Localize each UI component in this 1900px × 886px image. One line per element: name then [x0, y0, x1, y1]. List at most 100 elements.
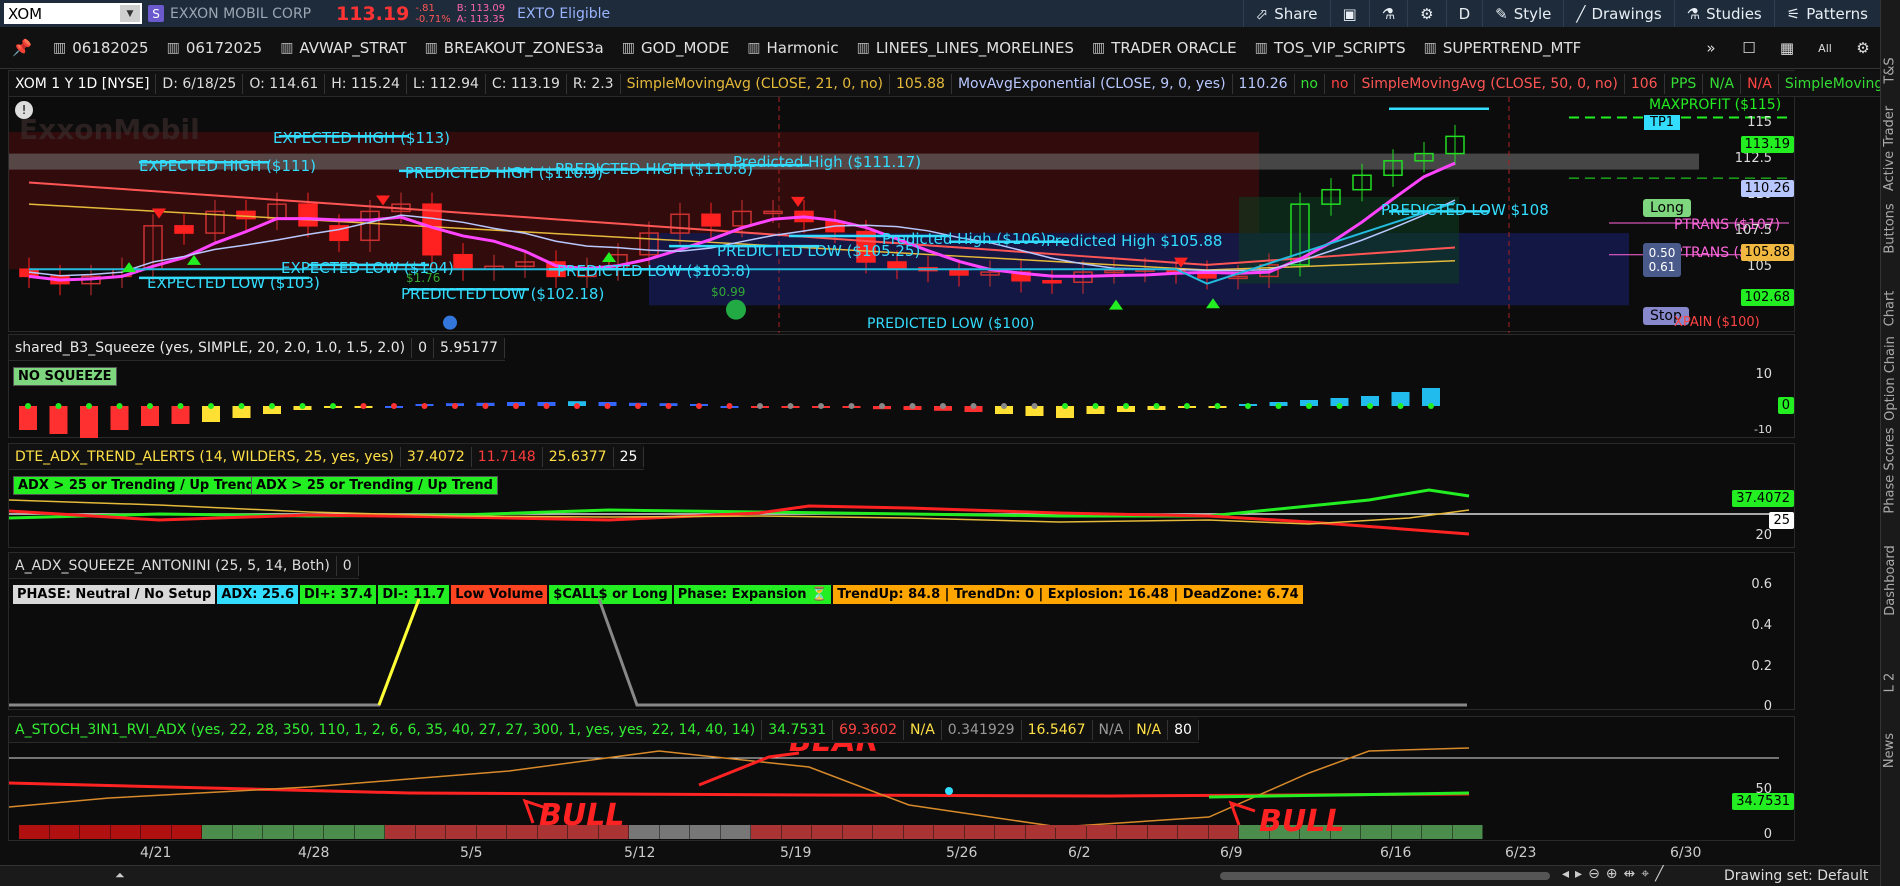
fit-icon[interactable]: ⇹	[1624, 866, 1636, 882]
candle	[236, 210, 256, 220]
tab-study-set[interactable]: ▥ TRADER ORACLE	[1083, 27, 1246, 69]
level-label: Predicted High $105.88	[1046, 232, 1223, 250]
scroll-left-icon[interactable]: ◂	[1562, 866, 1569, 882]
side-tab[interactable]: Option Chain	[1880, 336, 1900, 421]
header-field: 0	[337, 555, 359, 576]
level-label: PREDICTED LOW $108	[1381, 201, 1549, 219]
header-field: R: 2.3	[567, 73, 621, 94]
squeeze-dot	[482, 403, 489, 409]
tab-label: 06172025	[185, 38, 263, 57]
side-tab[interactable]: Active Trader	[1880, 105, 1900, 190]
axis-tick: 0.6	[1751, 577, 1772, 592]
squeeze-dot	[421, 403, 428, 409]
side-tab[interactable]: L 2	[1880, 652, 1900, 712]
adx-lines[interactable]	[9, 470, 1796, 549]
timeframe-label: D	[1458, 4, 1471, 23]
squeeze-histogram[interactable]	[9, 361, 1796, 439]
tab-study-set[interactable]: ▥ 06182025	[44, 27, 158, 69]
tab-study-set[interactable]: ▥ GOD_MODE	[613, 27, 739, 69]
antonini-lines[interactable]	[9, 579, 1796, 711]
study-set-tabs: 📌 ▥ 06182025 ▥ 06172025 ▥ AVWAP_STRAT ▥ BREA…	[0, 27, 1880, 69]
timeframe-button[interactable]: D	[1445, 0, 1483, 27]
axis-tick: 20	[1755, 528, 1772, 543]
long-badge: Long	[1643, 199, 1691, 217]
patterns-button[interactable]: ⚟ Patterns	[1773, 0, 1880, 27]
collapse-icon[interactable]: ⏶	[115, 868, 125, 883]
tab-study-set[interactable]: ▥ 06172025	[158, 27, 272, 69]
symbol-value: XOM	[8, 4, 43, 23]
tab-study-set[interactable]: ▥ Harmonic	[738, 27, 847, 69]
volume-bar	[1422, 825, 1452, 839]
drawings-label: Drawings	[1591, 4, 1662, 23]
tab-study-set[interactable]: ▥ LINEES_LINES_MORELINES	[848, 27, 1083, 69]
price-chart-panel[interactable]: XOM 1 Y 1D [NYSE] D: 6/18/25 O: 114.61 H: 1…	[8, 70, 1900, 333]
tab-study-set[interactable]: ▥ BREAKOUT_ZONES3a	[416, 27, 613, 69]
xpain-label: XPAIN ($100)	[1674, 315, 1760, 330]
volume-bar	[263, 825, 293, 839]
level-label: EXPECTED LOW ($103)	[147, 274, 320, 292]
tag-value: 102.68	[1740, 289, 1794, 306]
volume-bar	[934, 825, 964, 839]
side-tab[interactable]: T&S	[1880, 40, 1900, 100]
single-layout-icon[interactable]: ☐	[1732, 31, 1766, 65]
alert-icon[interactable]: !	[15, 101, 33, 119]
scroll-right-icon[interactable]: ▸	[1575, 866, 1582, 882]
adx-tag: 37.4072	[1732, 490, 1794, 507]
tab-study-set[interactable]: ▥ SUPERTREND_MTF	[1415, 27, 1591, 69]
last-price: 113.19	[336, 2, 410, 25]
date-axis: 4/21 4/28 5/5 5/12 5/19 5/26 6/2 6/9 6/16 6/23 6/3…	[0, 841, 1880, 865]
s-badge-icon[interactable]: S	[148, 5, 164, 22]
lab-button[interactable]: ⚗	[1368, 0, 1407, 27]
style-button[interactable]: ✎ Style	[1482, 0, 1563, 27]
symbol-dropdown-icon[interactable]: ▼	[120, 5, 140, 22]
side-tab[interactable]: News	[1880, 720, 1900, 780]
side-tab-label: Phase Scores	[1882, 426, 1898, 514]
candle	[949, 269, 969, 276]
more-tabs-button[interactable]: »	[1694, 31, 1728, 65]
zoom-controls: ◂ ▸ ⊖ ⊕ ⇹ ⌖ ╱	[1562, 866, 1664, 882]
grid-layout-icon[interactable]: ▦	[1770, 31, 1804, 65]
settings-button[interactable]: ⚙	[1407, 0, 1445, 27]
side-tab[interactable]: Dashboard	[1880, 545, 1900, 616]
squeeze-dot	[177, 403, 184, 409]
squeeze-dot	[330, 403, 336, 409]
stoch-lines[interactable]: BEAR BULL BULL	[9, 743, 1796, 842]
pencil-icon: ╱	[1576, 4, 1586, 23]
antonini-panel[interactable]: A_ADX_SQUEEZE_ANTONINI (25, 5, 14, Both)…	[8, 552, 1796, 714]
zoom-out-icon[interactable]: ⊖	[1588, 866, 1600, 882]
tab-study-set[interactable]: ▥ AVWAP_STRAT	[271, 27, 415, 69]
header-field: 34.7531	[762, 719, 834, 740]
volume-bar	[1056, 825, 1086, 839]
di-minus-line	[9, 504, 1470, 536]
price-change: -.81 -0.71%	[415, 3, 450, 25]
pin-icon[interactable]: 📌	[0, 27, 44, 69]
share-button[interactable]: ⬀ Share	[1242, 0, 1330, 27]
squeeze-dot	[116, 403, 123, 409]
squeeze-dot	[1336, 403, 1343, 409]
studies-button[interactable]: ⚗ Studies	[1673, 0, 1774, 27]
crosshair-icon[interactable]: ⌖	[1641, 866, 1649, 882]
sma-tag: 105.88	[1740, 244, 1794, 261]
thinkorswim-window: XOM ▼ S EXXON MOBIL CORP 113.19 -.81 -0.…	[0, 0, 1900, 886]
symbol-input[interactable]: XOM ▼	[4, 3, 142, 24]
tab-study-set[interactable]: ▥ TOS_VIP_SCRIPTS	[1246, 27, 1415, 69]
gear-icon[interactable]: ⚙	[1846, 31, 1880, 65]
squeeze-dot	[513, 403, 519, 409]
flex-grid-button[interactable]: ▣	[1329, 0, 1369, 27]
side-tab[interactable]: Chart	[1880, 278, 1900, 338]
stoch-panel[interactable]: A_STOCH_3IN1_RVI_ADX (yes, 22, 28, 350, …	[8, 716, 1796, 842]
draw-icon[interactable]: ╱	[1655, 866, 1663, 882]
all-button[interactable]: All	[1808, 31, 1842, 65]
squeeze-panel[interactable]: shared_B3_Squeeze (yes, SIMPLE, 20, 2.0,…	[8, 334, 1795, 438]
adx-panel[interactable]: DTE_ADX_TREND_ALERTS (14, WILDERS, 25, y…	[8, 443, 1795, 548]
side-tab[interactable]: Buttons	[1880, 198, 1900, 258]
volume-bar	[19, 825, 49, 839]
header-field: 37.4072	[401, 446, 472, 467]
side-tab[interactable]: Phase Scores	[1880, 427, 1900, 513]
exto-eligible-link[interactable]: EXTO Eligible	[517, 6, 610, 22]
drawings-button[interactable]: ╱ Drawings	[1563, 0, 1673, 27]
study-set-icon: ▥	[166, 39, 180, 56]
horizontal-scrollbar[interactable]	[1220, 872, 1550, 880]
drawing-set-label[interactable]: Drawing set: Default	[1724, 868, 1868, 884]
zoom-in-icon[interactable]: ⊕	[1606, 866, 1618, 882]
